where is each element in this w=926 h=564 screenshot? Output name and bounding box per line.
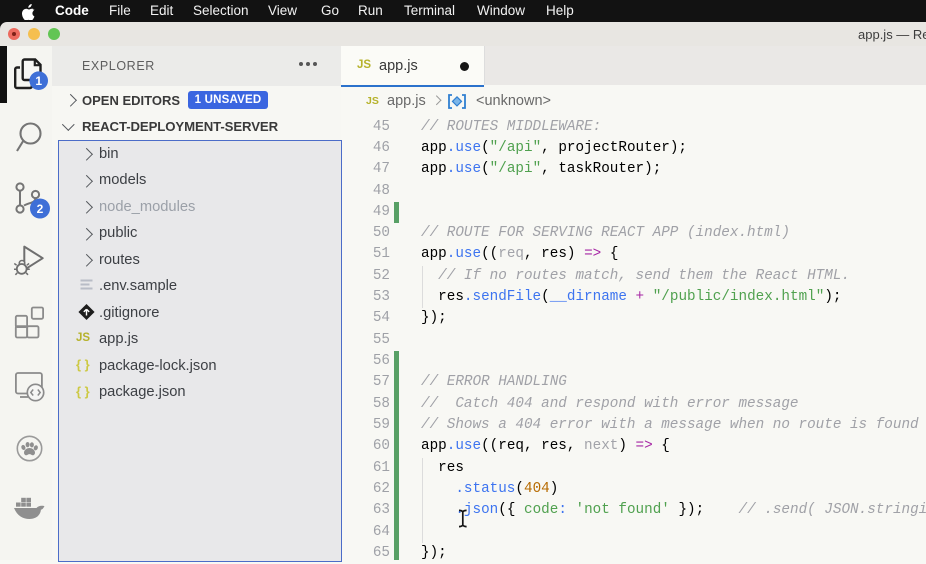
svg-text:2: 2 xyxy=(37,202,44,216)
svg-text:1: 1 xyxy=(35,74,42,88)
